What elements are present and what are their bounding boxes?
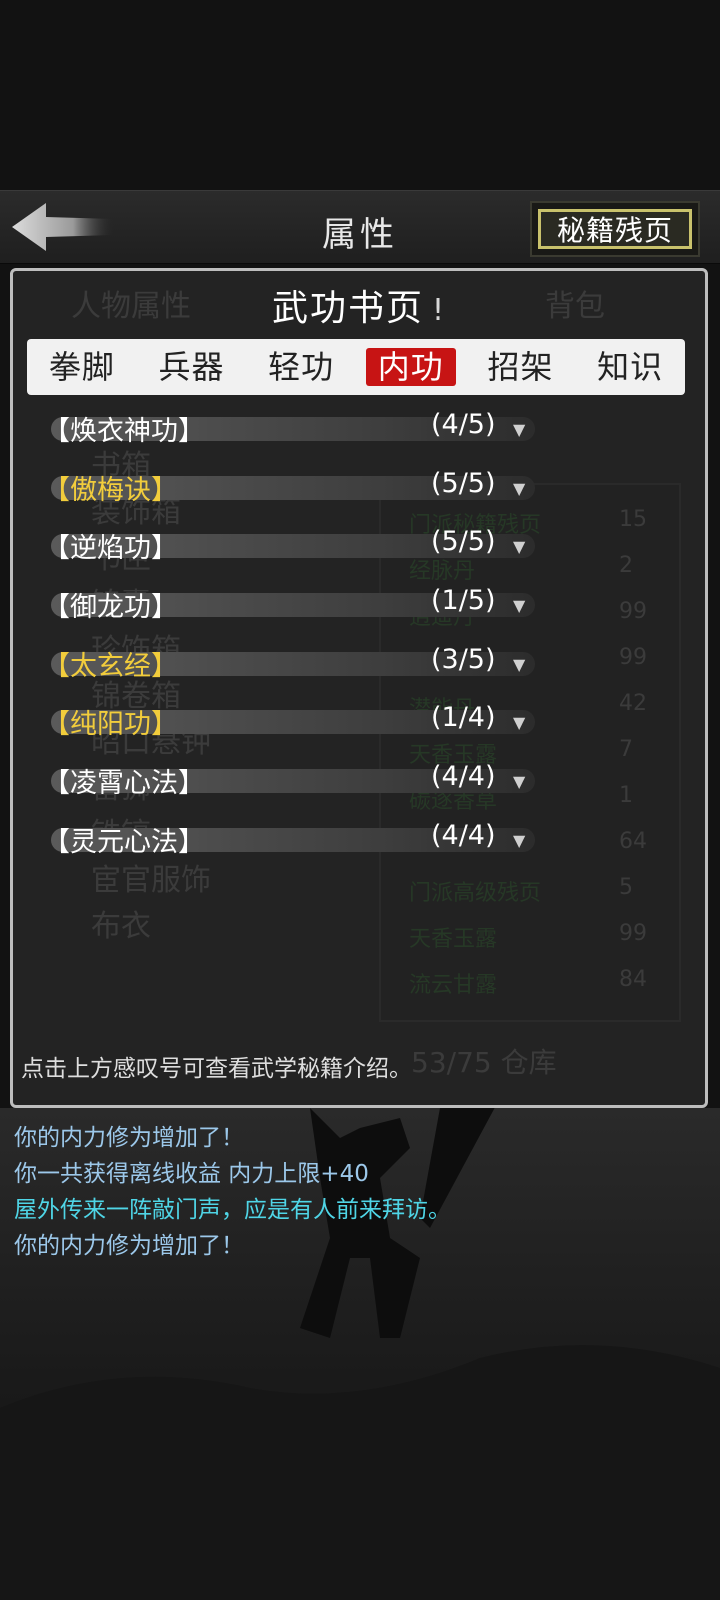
skill-name: 【纯阳功】 <box>43 709 178 741</box>
log-line: 你一共获得离线收益 内力上限+40 <box>14 1161 369 1187</box>
tab-knowledge[interactable]: 知识 <box>585 348 675 386</box>
chevron-down-icon: ▼ <box>513 830 526 850</box>
skill-name: 【御龙功】 <box>43 592 178 624</box>
panel-title-text: 武功书页 <box>271 288 424 329</box>
chevron-down-icon: ▼ <box>513 478 526 498</box>
faded-right-item-name: 流云甘露 <box>409 973 498 998</box>
skill-progress: (5/5) <box>431 467 496 499</box>
tab-lightness-skill[interactable]: 轻功 <box>256 348 346 386</box>
faded-right-item-count: 2 <box>619 553 633 578</box>
info-exclamation-button[interactable]: ! <box>432 293 446 328</box>
skill-row[interactable]: 【灵元心法】 (4/4) ▼ <box>43 814 543 873</box>
skill-progress: (4/5) <box>431 409 496 440</box>
faded-right-item-name: 天香玉露 <box>409 927 498 952</box>
top-bar: 属性 秘籍残页 <box>0 190 720 264</box>
faded-right-item-count: 7 <box>619 737 633 762</box>
skill-progress: (5/5) <box>431 526 496 558</box>
secret-book-pages-label: 秘籍残页 <box>538 209 692 249</box>
chevron-down-icon: ▼ <box>513 713 526 733</box>
skill-row[interactable]: 【御龙功】 (1/5) ▼ <box>43 579 543 638</box>
faded-right-item-count: 15 <box>619 507 647 532</box>
faded-right-item-count: 5 <box>619 875 633 900</box>
faded-right-item-count: 64 <box>619 829 647 854</box>
martial-arts-pages-panel: 人物属性 背包 书箱装饰箱书匣锦囊珍饰箱锦卷箱昭口悬钟雷狮铁镐宦官服饰布衣 门派… <box>10 268 708 1108</box>
faded-right-item-count: 84 <box>619 967 647 992</box>
skill-row[interactable]: 【焕衣神功】 (4/5) ▼ <box>43 403 543 462</box>
category-tab-bar: 拳脚 兵器 轻功 内功 招架 知识 <box>27 339 685 395</box>
skill-row[interactable]: 【逆焰功】 (5/5) ▼ <box>43 520 543 579</box>
chevron-down-icon: ▼ <box>513 654 526 674</box>
faded-right-item-count: 99 <box>619 645 647 670</box>
log-line: 屋外传来一阵敲门声，应是有人前来拜访。 <box>14 1197 451 1223</box>
faded-capacity: 53/75 仓库 <box>411 1046 557 1079</box>
skill-name: 【傲梅诀】 <box>43 474 178 506</box>
skill-progress: (4/4) <box>431 761 496 793</box>
log-line: 你的内力修为增加了！ <box>14 1125 244 1151</box>
tab-parry[interactable]: 招架 <box>475 348 565 386</box>
message-log: 你的内力修为增加了！ 你一共获得离线收益 内力上限+40 屋外传来一阵敲门声，应… <box>0 1108 720 1600</box>
skill-name: 【太玄经】 <box>43 650 178 682</box>
log-line: 你的内力修为增加了！ <box>14 1233 244 1259</box>
faded-right-item-count: 99 <box>619 921 647 946</box>
skill-name: 【凌霄心法】 <box>43 768 205 800</box>
skill-row[interactable]: 【太玄经】 (3/5) ▼ <box>43 638 543 697</box>
chevron-down-icon: ▼ <box>513 596 526 616</box>
skill-progress: (1/5) <box>431 585 496 617</box>
skill-row[interactable]: 【傲梅诀】 (5/5) ▼ <box>43 462 543 521</box>
tab-fist-kick[interactable]: 拳脚 <box>37 348 127 386</box>
skill-list: 【焕衣神功】 (4/5) ▼ 【傲梅诀】 (5/5) ▼ 【逆焰功】 (5/5)… <box>43 403 543 873</box>
chevron-down-icon: ▼ <box>513 772 526 792</box>
tab-weapons[interactable]: 兵器 <box>146 348 236 386</box>
secret-book-pages-button[interactable]: 秘籍残页 <box>530 201 700 257</box>
chevron-down-icon: ▼ <box>513 420 526 439</box>
skill-name: 【逆焰功】 <box>43 533 178 565</box>
chevron-down-icon: ▼ <box>513 537 526 557</box>
skill-progress: (1/4) <box>431 702 496 734</box>
skill-name: 【灵元心法】 <box>43 826 205 858</box>
faded-right-item-count: 99 <box>619 599 647 624</box>
skill-row[interactable]: 【纯阳功】 (1/4) ▼ <box>43 696 543 755</box>
faded-right-item-name: 门派高级残页 <box>409 881 542 906</box>
hint-text: 点击上方感叹号可查看武学秘籍介绍。 <box>21 1056 412 1082</box>
faded-left-item: 布衣 <box>91 909 151 944</box>
faded-right-item-count: 42 <box>619 691 647 716</box>
tab-inner-power[interactable]: 内功 <box>365 348 456 386</box>
skill-name: 【焕衣神功】 <box>43 416 205 447</box>
faded-right-item-count: 1 <box>619 783 633 808</box>
skill-row[interactable]: 【凌霄心法】 (4/4) ▼ <box>43 755 543 814</box>
skill-progress: (4/4) <box>431 819 496 851</box>
panel-title: 武功书页! <box>13 279 705 331</box>
skill-progress: (3/5) <box>431 643 496 675</box>
